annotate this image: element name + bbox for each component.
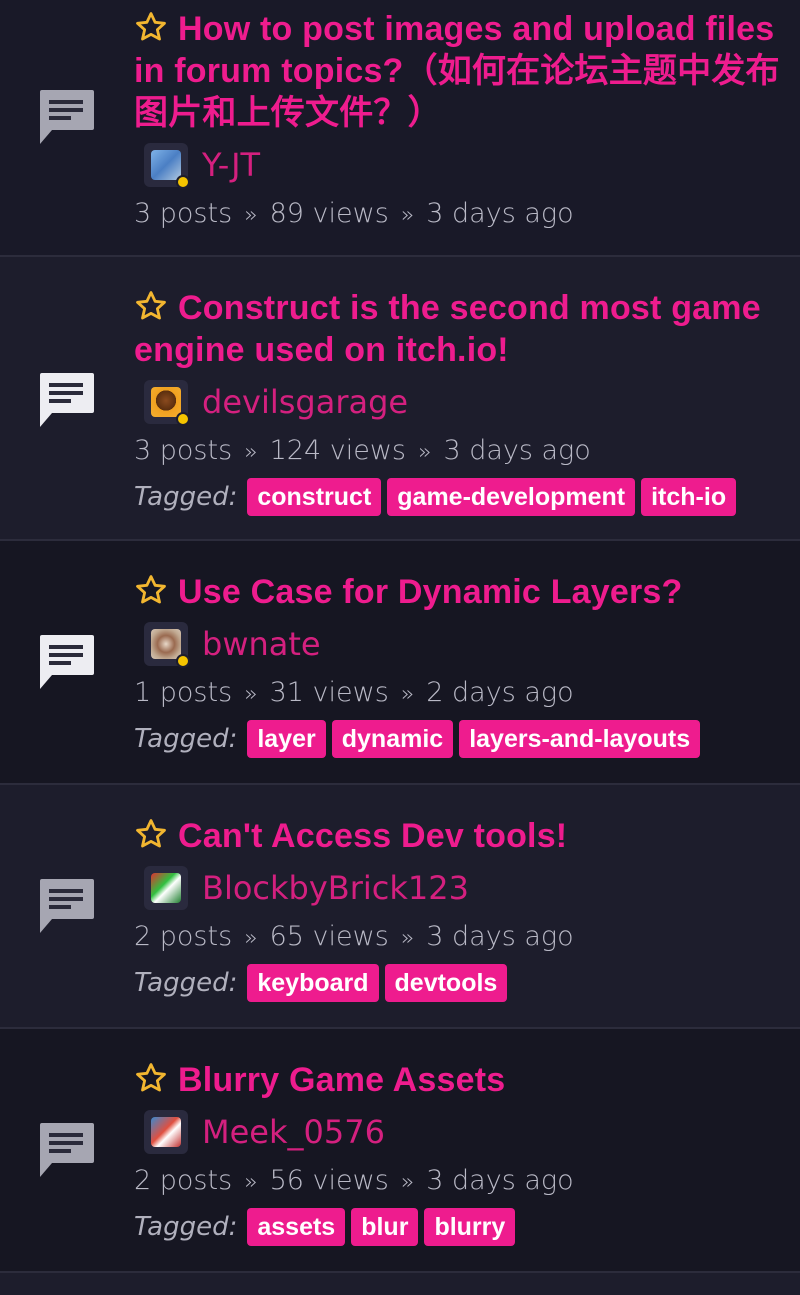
separator: »	[244, 440, 258, 465]
topic-title[interactable]: Can't Access Dev tools!	[134, 815, 782, 857]
topic-title[interactable]: Construct is the second most game engine…	[134, 287, 782, 371]
view-count: 124 views	[269, 435, 406, 466]
topic-age: 3 days ago	[443, 435, 591, 466]
tagged-label: Tagged:	[134, 968, 238, 998]
tag-assets[interactable]: assets	[247, 1208, 346, 1246]
separator: »	[400, 1170, 415, 1195]
avatar[interactable]	[144, 380, 190, 426]
view-count: 31 views	[269, 677, 389, 708]
author-row: bwnate	[134, 621, 782, 668]
post-count: 3 posts	[134, 435, 233, 466]
chat-bubble-icon	[40, 1123, 94, 1177]
author-row: Y-JT	[134, 142, 782, 189]
topic-row[interactable]: Blurry Game Assets Meek_0576 2 posts » 56 …	[0, 1029, 800, 1273]
chat-bubble-icon	[40, 879, 94, 933]
view-count: 89 views	[269, 198, 389, 229]
topic-stats: 3 posts » 89 views » 3 days ago	[134, 192, 782, 236]
tags-row: Tagged: layer dynamic layers-and-layouts	[134, 717, 782, 761]
topic-title-text[interactable]: Use Case for Dynamic Layers?	[178, 573, 683, 611]
author-name[interactable]: Y-JT	[202, 146, 260, 184]
tag-layer[interactable]: layer	[247, 720, 326, 758]
author-name[interactable]: bwnate	[202, 625, 321, 663]
avatar[interactable]	[144, 866, 188, 910]
topic-row[interactable]: Use Case for Dynamic Layers? bwnate 1 po…	[0, 541, 800, 785]
tag-dynamic[interactable]: dynamic	[331, 720, 454, 758]
author-name[interactable]: devilsgarage	[202, 383, 408, 421]
tag-blur[interactable]: blur	[351, 1208, 419, 1246]
post-count: 2 posts	[134, 1165, 233, 1196]
online-status-dot	[176, 654, 190, 668]
star-outline-icon[interactable]	[134, 573, 168, 607]
author-name[interactable]: Meek_0576	[202, 1113, 385, 1151]
tag-blurry[interactable]: blurry	[424, 1208, 516, 1246]
tag-game-development[interactable]: game-development	[387, 478, 636, 516]
online-status-dot	[176, 175, 190, 189]
view-count: 65 views	[269, 921, 389, 952]
tag-construct[interactable]: construct	[247, 478, 382, 516]
topic-age: 3 days ago	[426, 1165, 574, 1196]
topic-age: 3 days ago	[426, 198, 574, 229]
topic-row[interactable]: Construct is the second most game engine…	[0, 257, 800, 541]
topic-title-text[interactable]: Can't Access Dev tools!	[178, 817, 567, 855]
chat-bubble-icon	[40, 373, 94, 427]
topic-stats: 2 posts » 56 views » 3 days ago	[134, 1159, 782, 1203]
view-count: 56 views	[269, 1165, 389, 1196]
separator: »	[244, 682, 258, 707]
star-outline-icon[interactable]	[134, 817, 168, 851]
star-outline-icon[interactable]	[134, 1061, 168, 1095]
topic-age: 3 days ago	[426, 921, 574, 952]
topic-stats: 3 posts » 124 views » 3 days ago	[134, 429, 782, 473]
star-outline-icon[interactable]	[134, 10, 168, 44]
topic-list: How to post images and upload files in f…	[0, 0, 800, 1295]
author-row: Meek_0576	[134, 1109, 782, 1155]
star-outline-icon[interactable]	[134, 289, 168, 323]
separator: »	[244, 1170, 258, 1195]
post-count: 2 posts	[134, 921, 233, 952]
separator: »	[400, 203, 415, 228]
topic-stats: 1 posts » 31 views » 2 days ago	[134, 671, 782, 715]
separator: »	[417, 440, 432, 465]
author-name[interactable]: BlockbyBrick123	[202, 869, 469, 907]
author-row: devilsgarage	[134, 379, 782, 426]
tags-row: Tagged: keyboard devtools	[134, 961, 782, 1005]
tags-row: Tagged: construct game-development itch-…	[134, 475, 782, 519]
topic-row[interactable]: Can't Access Dev tools! BlockbyBrick123 …	[0, 785, 800, 1029]
chat-bubble-icon	[40, 635, 94, 689]
topic-row[interactable]: How to post images and upload files in f…	[0, 0, 800, 257]
online-status-dot	[176, 412, 190, 426]
avatar[interactable]	[144, 143, 190, 189]
topic-age: 2 days ago	[426, 677, 574, 708]
post-count: 1 posts	[134, 677, 233, 708]
topic-title[interactable]: Blurry Game Assets	[134, 1059, 782, 1101]
topic-row-partial	[0, 1273, 800, 1295]
tag-devtools[interactable]: devtools	[384, 964, 508, 1002]
tag-layers-and-layouts[interactable]: layers-and-layouts	[459, 720, 701, 758]
tag-keyboard[interactable]: keyboard	[247, 964, 379, 1002]
topic-title[interactable]: How to post images and upload files in f…	[134, 8, 782, 134]
avatar[interactable]	[144, 1110, 188, 1154]
topic-title-text[interactable]: How to post images and upload files in f…	[134, 10, 780, 132]
tagged-label: Tagged:	[134, 724, 238, 754]
tag-itch-io[interactable]: itch-io	[641, 478, 737, 516]
separator: »	[400, 682, 415, 707]
tags-row: Tagged: assets blur blurry	[134, 1205, 782, 1249]
topic-title[interactable]: Use Case for Dynamic Layers?	[134, 571, 782, 613]
separator: »	[244, 926, 258, 951]
topic-title-text[interactable]: Blurry Game Assets	[178, 1061, 505, 1099]
avatar[interactable]	[144, 622, 190, 668]
topic-title-text[interactable]: Construct is the second most game engine…	[134, 289, 761, 369]
separator: »	[400, 926, 415, 951]
author-row: BlockbyBrick123	[134, 865, 782, 911]
separator: »	[244, 203, 258, 228]
tagged-label: Tagged:	[134, 482, 238, 512]
post-count: 3 posts	[134, 198, 233, 229]
tagged-label: Tagged:	[134, 1212, 238, 1242]
chat-bubble-icon	[40, 90, 94, 144]
topic-stats: 2 posts » 65 views » 3 days ago	[134, 915, 782, 959]
